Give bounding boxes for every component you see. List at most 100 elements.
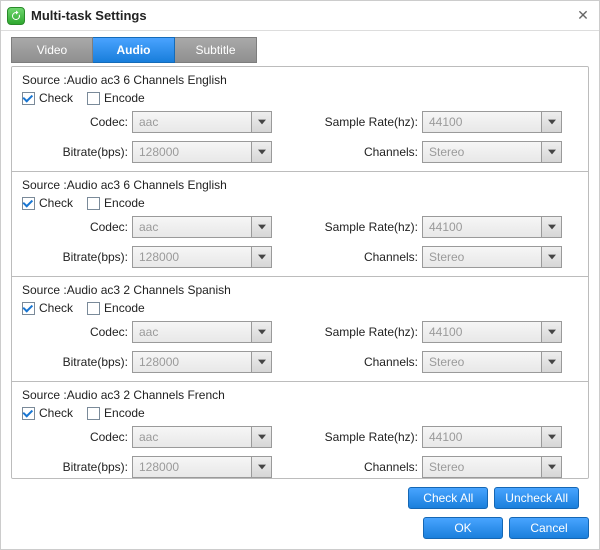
check-label: Check [39,196,73,210]
check-option[interactable]: Check [22,406,73,420]
sample-rate-label: Sample Rate(hz): [312,325,422,339]
check-all-button[interactable]: Check All [408,487,488,509]
check-label: Check [39,91,73,105]
audio-track: Source :Audio ac3 6 Channels English Che… [12,172,588,277]
encode-option[interactable]: Encode [87,196,145,210]
audio-track: Source :Audio ac3 6 Channels English Che… [12,67,588,172]
content-area: Video Audio Subtitle Source :Audio ac3 6… [1,31,599,513]
codec-value: aac [133,430,251,444]
check-checkbox[interactable] [22,302,35,315]
bitrate-value: 128000 [133,250,251,264]
encode-option[interactable]: Encode [87,91,145,105]
check-checkbox[interactable] [22,92,35,105]
dialog-footer: OK Cancel [1,513,599,549]
uncheck-all-button[interactable]: Uncheck All [494,487,579,509]
tab-audio[interactable]: Audio [93,37,175,63]
codec-select[interactable]: aac [132,111,272,133]
sample-rate-select[interactable]: 44100 [422,321,562,343]
chevron-down-icon[interactable] [251,112,271,132]
source-label: Source :Audio ac3 6 Channels English [22,178,578,192]
audio-track: Source :Audio ac3 2 Channels French Chec… [12,382,588,479]
encode-option[interactable]: Encode [87,406,145,420]
channels-value: Stereo [423,460,541,474]
sample-rate-label: Sample Rate(hz): [312,430,422,444]
encode-checkbox[interactable] [87,197,100,210]
bitrate-value: 128000 [133,460,251,474]
codec-select[interactable]: aac [132,426,272,448]
tab-bar: Video Audio Subtitle [11,37,589,63]
chevron-down-icon[interactable] [251,247,271,267]
track-check-row: Check Encode [22,196,578,210]
chevron-down-icon[interactable] [541,322,561,342]
bitrate-label: Bitrate(bps): [22,355,132,369]
chevron-down-icon[interactable] [251,217,271,237]
channels-label: Channels: [312,460,422,474]
source-label: Source :Audio ac3 6 Channels English [22,73,578,87]
channels-select[interactable]: Stereo [422,351,562,373]
chevron-down-icon[interactable] [541,352,561,372]
sample-rate-label: Sample Rate(hz): [312,115,422,129]
window-title: Multi-task Settings [31,8,575,23]
bitrate-label: Bitrate(bps): [22,250,132,264]
channels-label: Channels: [312,355,422,369]
codec-select[interactable]: aac [132,321,272,343]
track-fields: Codec: aac Sample Rate(hz): 44100 Bitrat… [22,426,578,478]
tab-video[interactable]: Video [11,37,93,63]
codec-value: aac [133,220,251,234]
sample-rate-value: 44100 [423,430,541,444]
encode-checkbox[interactable] [87,407,100,420]
cancel-button[interactable]: Cancel [509,517,589,539]
codec-value: aac [133,325,251,339]
sample-rate-select[interactable]: 44100 [422,216,562,238]
chevron-down-icon[interactable] [541,112,561,132]
bitrate-select[interactable]: 128000 [132,456,272,478]
close-button[interactable]: ✕ [575,8,591,24]
chevron-down-icon[interactable] [251,427,271,447]
bitrate-select[interactable]: 128000 [132,141,272,163]
ok-button[interactable]: OK [423,517,503,539]
encode-label: Encode [104,91,145,105]
check-option[interactable]: Check [22,196,73,210]
track-check-row: Check Encode [22,301,578,315]
codec-value: aac [133,115,251,129]
track-fields: Codec: aac Sample Rate(hz): 44100 Bitrat… [22,216,578,268]
sample-rate-select[interactable]: 44100 [422,111,562,133]
chevron-down-icon[interactable] [541,247,561,267]
codec-select[interactable]: aac [132,216,272,238]
check-checkbox[interactable] [22,407,35,420]
encode-option[interactable]: Encode [87,301,145,315]
chevron-down-icon[interactable] [541,142,561,162]
check-option[interactable]: Check [22,91,73,105]
sample-rate-value: 44100 [423,115,541,129]
audio-track: Source :Audio ac3 2 Channels Spanish Che… [12,277,588,382]
codec-label: Codec: [22,220,132,234]
bitrate-label: Bitrate(bps): [22,460,132,474]
tab-subtitle[interactable]: Subtitle [175,37,257,63]
chevron-down-icon[interactable] [541,217,561,237]
bitrate-value: 128000 [133,355,251,369]
chevron-down-icon[interactable] [251,322,271,342]
channels-select[interactable]: Stereo [422,141,562,163]
sample-rate-select[interactable]: 44100 [422,426,562,448]
bitrate-select[interactable]: 128000 [132,351,272,373]
channels-label: Channels: [312,250,422,264]
channels-select[interactable]: Stereo [422,246,562,268]
check-option[interactable]: Check [22,301,73,315]
track-fields: Codec: aac Sample Rate(hz): 44100 Bitrat… [22,321,578,373]
encode-label: Encode [104,196,145,210]
chevron-down-icon[interactable] [251,457,271,477]
encode-checkbox[interactable] [87,302,100,315]
source-label: Source :Audio ac3 2 Channels French [22,388,578,402]
bitrate-label: Bitrate(bps): [22,145,132,159]
channels-select[interactable]: Stereo [422,456,562,478]
chevron-down-icon[interactable] [541,427,561,447]
chevron-down-icon[interactable] [251,142,271,162]
chevron-down-icon[interactable] [541,457,561,477]
title-bar: Multi-task Settings ✕ [1,1,599,31]
check-checkbox[interactable] [22,197,35,210]
encode-label: Encode [104,301,145,315]
source-label: Source :Audio ac3 2 Channels Spanish [22,283,578,297]
chevron-down-icon[interactable] [251,352,271,372]
encode-checkbox[interactable] [87,92,100,105]
bitrate-select[interactable]: 128000 [132,246,272,268]
